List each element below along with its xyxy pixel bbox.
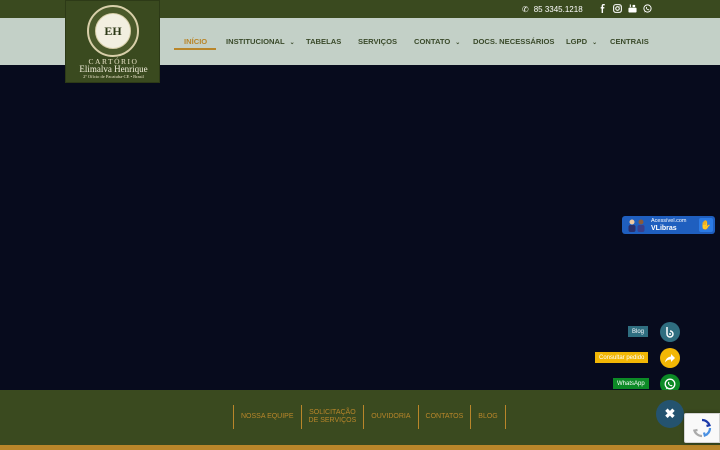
logo-name: Elimalva Henrique <box>79 64 148 74</box>
nav-servicos-label: SERVIÇOS <box>358 37 398 46</box>
nav-centrais-label: CENTRAIS <box>610 37 649 46</box>
phone-icon: ✆ <box>522 4 529 14</box>
nav-lgpd-label: LGPD <box>566 37 588 46</box>
hero-area <box>0 65 720 390</box>
recaptcha-icon <box>692 418 712 438</box>
footer-link-nossa-equipe[interactable]: NOSSA EQUIPE <box>233 405 301 429</box>
nav-tabelas[interactable]: TABELAS <box>306 37 341 46</box>
vlibras-line1: Acessível.com <box>651 218 687 224</box>
recaptcha-badge[interactable] <box>684 413 720 443</box>
chevron-down-icon: ⌄ <box>592 40 598 46</box>
phone-number: 85 3345.1218 <box>533 4 583 14</box>
nav-institucional[interactable]: INSTITUCIONAL ⌄ <box>226 37 295 46</box>
nav-centrais[interactable]: CENTRAIS <box>610 37 649 46</box>
hand-sign-icon: ✋ <box>699 218 713 232</box>
nav-lgpd[interactable]: LGPD ⌄ <box>566 37 597 46</box>
footer-stripe <box>0 445 720 450</box>
vlibras-line2: VLibras <box>651 225 677 232</box>
chevron-down-icon: ⌄ <box>455 40 461 46</box>
nav-contato-label: CONTATO <box>414 37 451 46</box>
nav-inicio-label: INÍCIO <box>184 37 208 46</box>
blog-fab-button[interactable] <box>660 322 680 342</box>
whatsapp-icon <box>664 378 676 390</box>
blog-fab-label[interactable]: Blog <box>628 326 649 337</box>
nav-servicos[interactable]: SERVIÇOS <box>358 37 397 46</box>
social-links <box>598 2 652 16</box>
whatsapp-fab-label[interactable]: WhatsApp <box>613 378 649 389</box>
active-indicator <box>174 48 216 50</box>
nav-contato[interactable]: CONTATO ⌄ <box>414 37 460 46</box>
consultar-fab-label[interactable]: Consultar pedido <box>595 352 649 363</box>
site-logo[interactable]: EH CARTÓRIO Elimalva Henrique 2º Ofício … <box>65 0 160 83</box>
footer-link-blog[interactable]: BLOG <box>470 405 506 429</box>
nav-docs-necessarios[interactable]: DOCS. NECESSÁRIOS <box>473 37 554 46</box>
logo-monogram: EH <box>95 13 131 49</box>
footer-link-contatos[interactable]: CONTATOS <box>417 405 471 429</box>
footer-link-ouvidoria[interactable]: OUVIDORIA <box>363 405 417 429</box>
consultar-fab-button[interactable] <box>660 348 680 368</box>
blog-icon <box>666 327 674 338</box>
nav-inicio[interactable]: INÍCIO <box>184 37 207 46</box>
nav-institucional-label: INSTITUCIONAL <box>226 37 285 46</box>
phone-contact[interactable]: ✆ 85 3345.1218 <box>522 3 583 15</box>
whatsapp-icon[interactable] <box>643 2 652 14</box>
close-fab-button[interactable]: ✖ <box>656 400 684 428</box>
vlibras-people-icon <box>628 219 645 232</box>
logo-subtitle: 2º Ofício de Pacatuba-CE • Brasil <box>83 74 144 79</box>
footer-links: NOSSA EQUIPE SOLICITAÇÃO DE SERVIÇOS OUV… <box>233 405 506 429</box>
instagram-icon[interactable] <box>613 2 622 14</box>
youtube-icon[interactable] <box>628 2 637 14</box>
facebook-icon[interactable] <box>598 2 607 14</box>
logo-seal: EH <box>87 5 139 57</box>
share-arrow-icon <box>665 354 675 363</box>
nav-docs-label: DOCS. NECESSÁRIOS <box>473 37 555 46</box>
nav-tabelas-label: TABELAS <box>306 37 342 46</box>
footer-link-solicitacao[interactable]: SOLICITAÇÃO DE SERVIÇOS <box>300 405 364 429</box>
chevron-down-icon: ⌄ <box>289 40 295 46</box>
close-icon: ✖ <box>664 406 676 421</box>
vlibras-widget[interactable]: Acessível.com VLibras ✋ <box>622 216 715 234</box>
footer: NOSSA EQUIPE SOLICITAÇÃO DE SERVIÇOS OUV… <box>0 390 720 445</box>
